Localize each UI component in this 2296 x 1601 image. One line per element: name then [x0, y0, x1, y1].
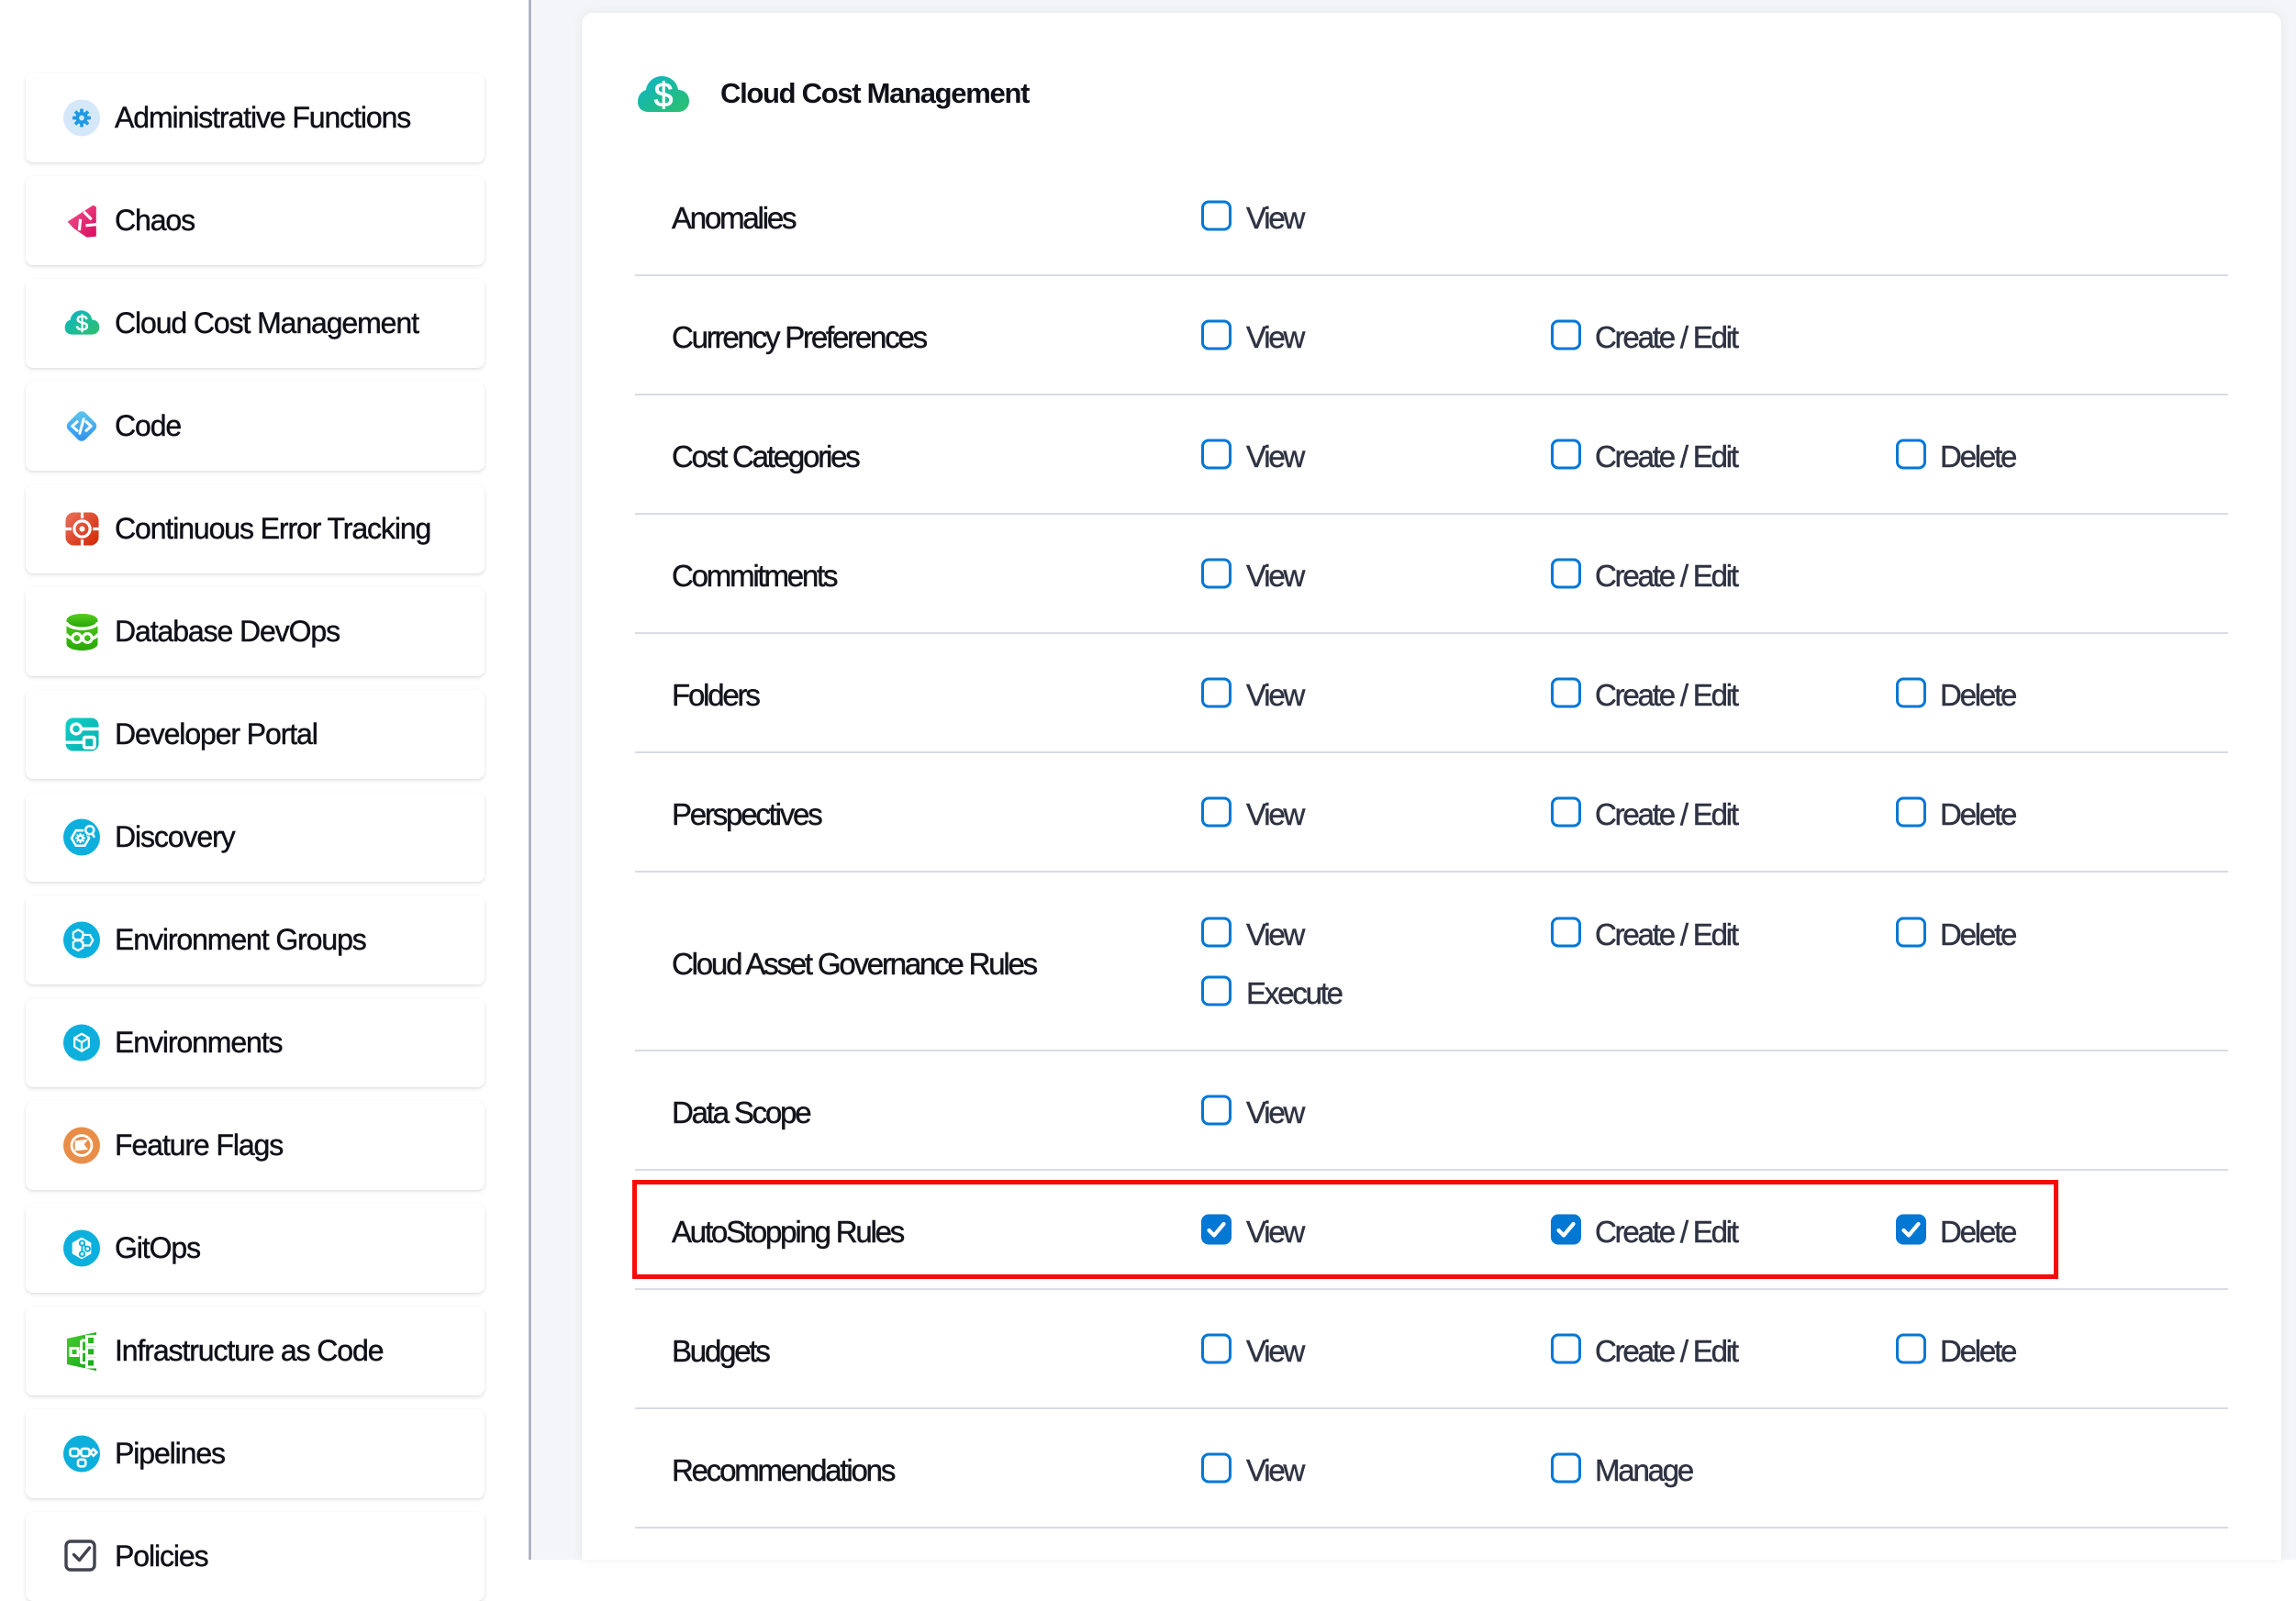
- svg-text:$: $: [75, 312, 88, 337]
- svg-text:$: $: [654, 76, 674, 114]
